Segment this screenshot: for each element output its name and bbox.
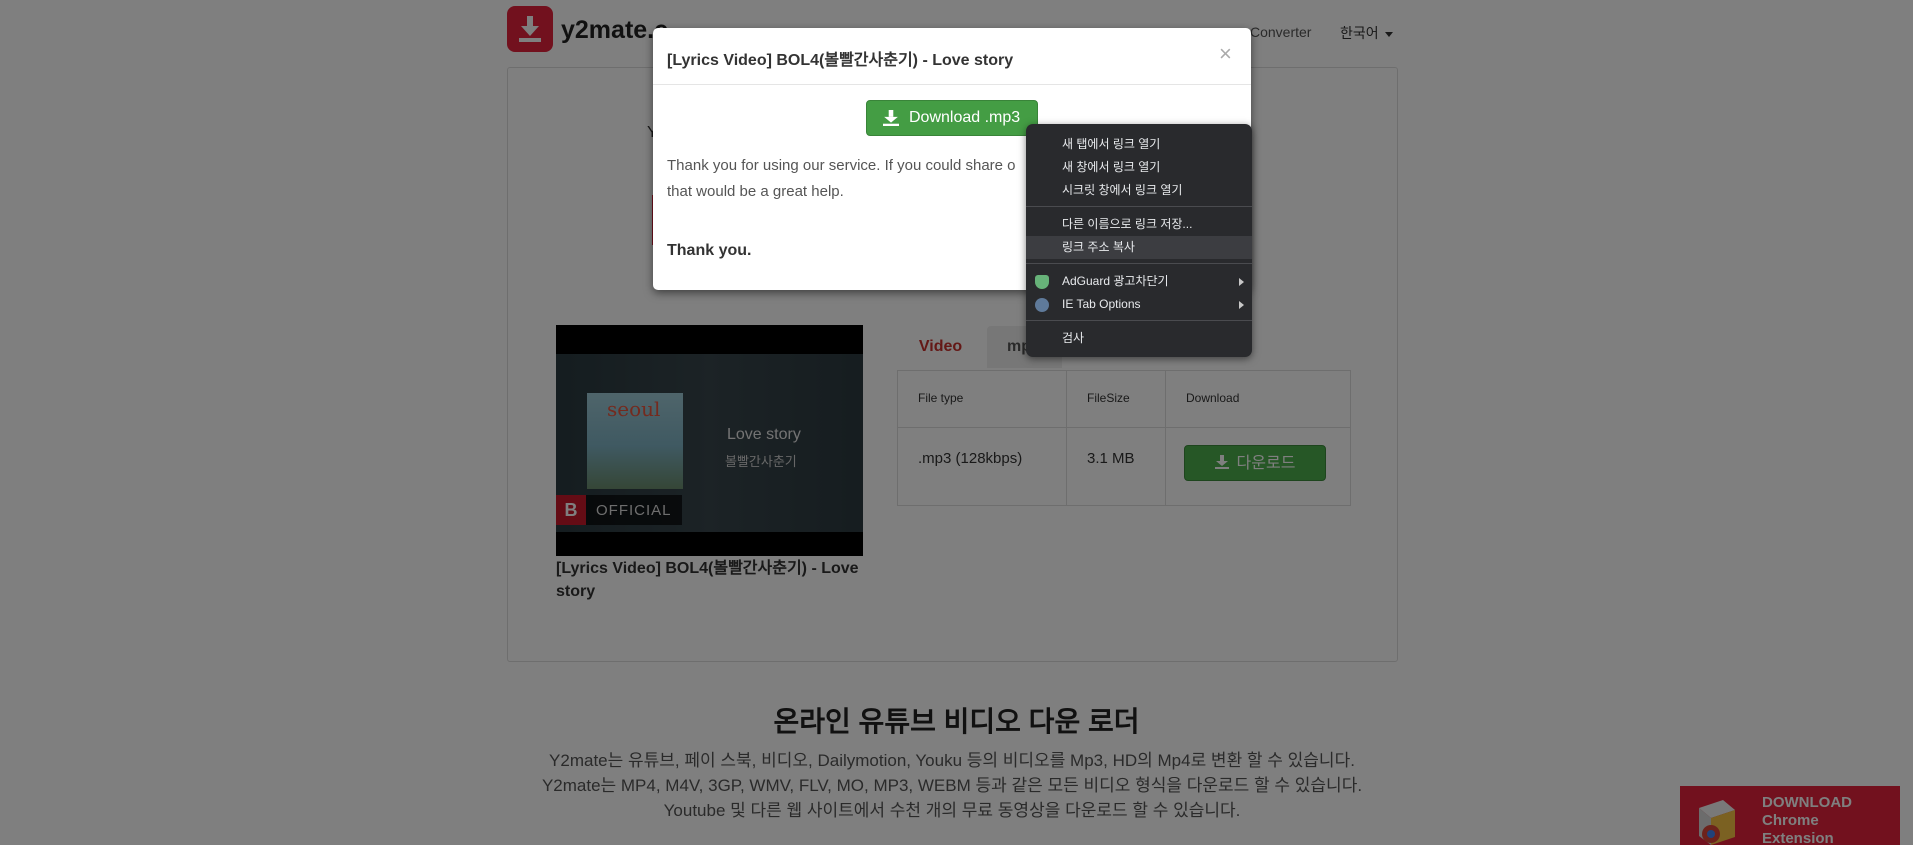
- download-mp3-label: Download .mp3: [909, 109, 1021, 126]
- modal-divider: [653, 84, 1251, 85]
- menu-item-ie-tab-label: IE Tab Options: [1062, 297, 1141, 311]
- menu-separator: [1026, 320, 1252, 321]
- menu-item-inspect[interactable]: 검사: [1026, 327, 1252, 350]
- menu-item-save-link-as[interactable]: 다른 이름으로 링크 저장...: [1026, 213, 1252, 236]
- menu-item-open-new-window[interactable]: 새 창에서 링크 열기: [1026, 156, 1252, 179]
- download-icon: [883, 110, 899, 126]
- ie-tab-icon: [1035, 298, 1049, 312]
- adguard-shield-icon: [1035, 275, 1049, 289]
- close-icon[interactable]: ×: [1219, 41, 1232, 67]
- menu-item-ie-tab-options[interactable]: IE Tab Options: [1026, 293, 1252, 316]
- download-mp3-button[interactable]: Download .mp3: [866, 100, 1038, 136]
- menu-separator: [1026, 206, 1252, 207]
- menu-item-copy-link-address[interactable]: 링크 주소 복사: [1026, 236, 1252, 259]
- submenu-arrow-icon: [1239, 301, 1244, 309]
- context-menu: 새 탭에서 링크 열기 새 창에서 링크 열기 시크릿 창에서 링크 열기 다른…: [1026, 124, 1252, 357]
- submenu-arrow-icon: [1239, 278, 1244, 286]
- menu-item-adguard[interactable]: AdGuard 광고차단기: [1026, 270, 1252, 293]
- modal-thanks: Thank you.: [667, 242, 752, 259]
- modal-message: Thank you for using our service. If you …: [667, 157, 1016, 200]
- menu-item-open-incognito[interactable]: 시크릿 창에서 링크 열기: [1026, 179, 1252, 202]
- menu-item-open-new-tab[interactable]: 새 탭에서 링크 열기: [1026, 133, 1252, 156]
- menu-item-adguard-label: AdGuard 광고차단기: [1062, 274, 1169, 288]
- modal-title: [Lyrics Video] BOL4(볼빨간사춘기) - Love story: [667, 52, 1014, 69]
- menu-separator: [1026, 263, 1252, 264]
